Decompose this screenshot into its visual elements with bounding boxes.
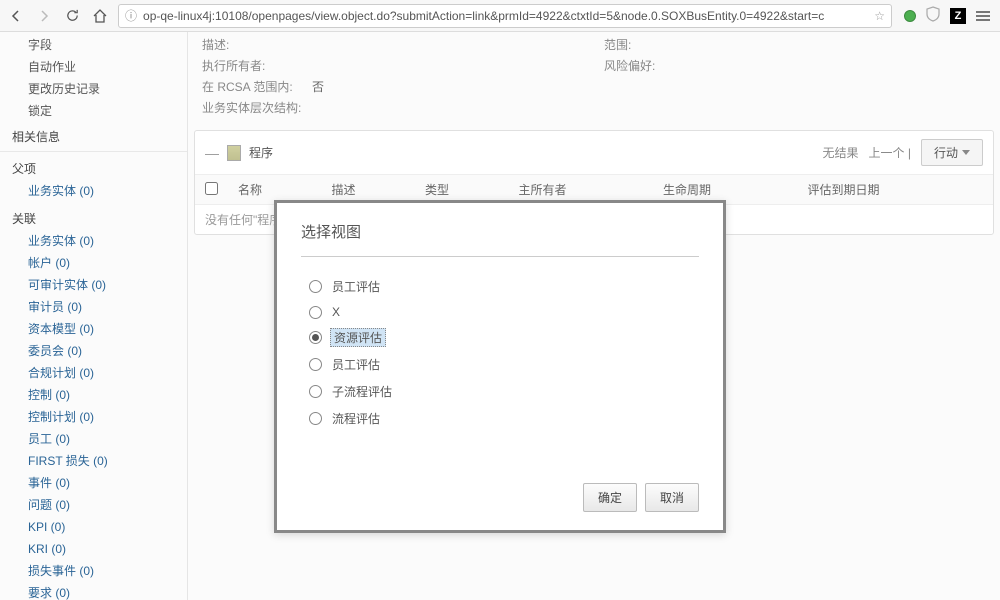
modal-title: 选择视图 xyxy=(301,221,699,257)
radio-option[interactable]: 员工评估 xyxy=(309,277,699,296)
radio-icon xyxy=(309,306,322,319)
radio-label: X xyxy=(330,304,342,320)
radio-icon xyxy=(309,331,322,344)
radio-option[interactable]: 资源评估 xyxy=(309,328,699,347)
radio-label: 资源评估 xyxy=(330,328,386,347)
radio-option[interactable]: X xyxy=(309,304,699,320)
radio-label: 流程评估 xyxy=(330,409,382,428)
radio-icon xyxy=(309,385,322,398)
modal-overlay: 选择视图 员工评估X资源评估员工评估子流程评估流程评估 确定 取消 xyxy=(0,0,1000,600)
radio-label: 子流程评估 xyxy=(330,382,394,401)
ok-button[interactable]: 确定 xyxy=(583,483,637,512)
radio-icon xyxy=(309,280,322,293)
radio-icon xyxy=(309,358,322,371)
radio-option[interactable]: 子流程评估 xyxy=(309,382,699,401)
radio-option[interactable]: 流程评估 xyxy=(309,409,699,428)
radio-label: 员工评估 xyxy=(330,355,382,374)
cancel-button[interactable]: 取消 xyxy=(645,483,699,512)
radio-group: 员工评估X资源评估员工评估子流程评估流程评估 xyxy=(301,277,699,428)
radio-icon xyxy=(309,412,322,425)
radio-option[interactable]: 员工评估 xyxy=(309,355,699,374)
radio-label: 员工评估 xyxy=(330,277,382,296)
select-view-dialog: 选择视图 员工评估X资源评估员工评估子流程评估流程评估 确定 取消 xyxy=(274,200,726,533)
